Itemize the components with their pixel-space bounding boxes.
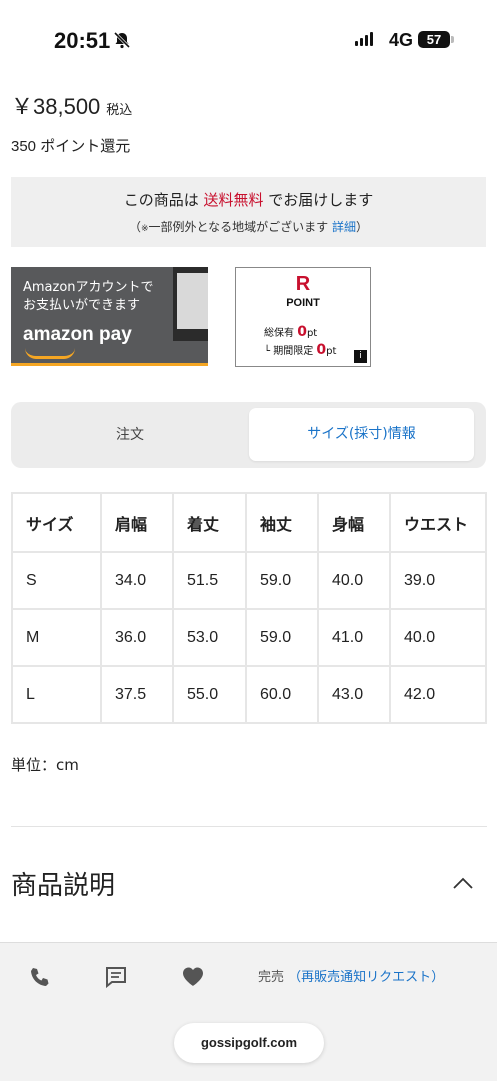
table-cell: 39.0 [389,551,487,610]
chevron-up-icon[interactable] [452,872,474,894]
info-icon[interactable]: i [354,350,367,363]
note-mark: ※ [140,224,149,234]
unit-label: 単位：cm [11,756,79,774]
held-unit: pt [306,328,318,339]
product-price: ￥38,500 税込 [11,89,132,121]
table-cell: 55.0 [172,665,247,724]
description-section-title[interactable]: 商品説明 [11,865,115,902]
restock-close: ） [431,970,445,985]
phone-screen-illustration [177,273,208,329]
table-cell: 53.0 [172,608,247,667]
table-header-row: サイズ 肩幅 着丈 袖丈 身幅 ウエスト [11,492,487,553]
header-sleeve: 袖丈 [245,492,319,553]
header-shoulder: 肩幅 [100,492,174,553]
table-cell: S [11,551,102,610]
chat-icon[interactable] [105,966,127,988]
shipping-text: この商品は 送料無料 でお届けします [11,189,486,210]
held-value: 0 [297,324,307,340]
table-cell: L [11,665,102,724]
battery-icon: 57 [418,31,450,48]
table-cell: 43.0 [317,665,391,724]
note-open: （ [128,220,141,234]
shipping-notice: この商品は 送料無料 でお届けします （※一部例外となる地域がございます 詳細） [11,177,486,247]
table-cell: 59.0 [245,608,319,667]
shipping-note: （※一部例外となる地域がございます 詳細） [11,218,486,235]
amazon-smile-icon [25,348,75,359]
table-cell: M [11,608,102,667]
limited-label: └ 期間限定 [264,346,314,357]
table-cell: 40.0 [317,551,391,610]
header-chest: 身幅 [317,492,391,553]
signal-icon [355,32,373,46]
restock-request-link[interactable]: 再販売通知リクエスト [301,970,431,985]
points-reward: 350 ポイント還元 [11,138,131,155]
tab-size-info[interactable]: サイズ(採寸)情報 [249,408,474,461]
limited-points-row: └ 期間限定 0pt [264,342,336,358]
tab-order[interactable]: 注文 [11,402,249,468]
rakuten-point-box[interactable]: R POINT 総保有 0pt └ 期間限定 0pt i [235,267,371,367]
table-row: M 36.0 53.0 59.0 41.0 40.0 [11,608,487,667]
header-length: 着丈 [172,492,247,553]
segmented-tabs: 注文 サイズ(採寸)情報 [11,402,486,468]
table-cell: 51.5 [172,551,247,610]
table-cell: 59.0 [245,551,319,610]
header-size: サイズ [11,492,102,553]
bell-off-icon [113,31,131,49]
table-cell: 42.0 [389,665,487,724]
point-title: POINT [286,297,320,309]
browser-url-pill[interactable]: gossipgolf.com [174,1023,324,1063]
price-value: ￥38,500 [11,94,101,119]
amazon-line1: Amazonアカウントで [23,280,154,295]
amazon-banner-text: Amazonアカウントで お支払いができます [23,279,154,315]
phone-icon[interactable] [29,966,51,988]
restock-open: （ [288,970,302,985]
table-row: S 34.0 51.5 59.0 40.0 39.0 [11,551,487,610]
battery-tip [451,36,454,43]
table-cell: 41.0 [317,608,391,667]
table-cell: 37.5 [100,665,174,724]
note-close: ） [356,220,369,234]
amazon-line2: お支払いができます [23,298,141,313]
amazon-orange-strip [11,363,208,366]
table-cell: 36.0 [100,608,174,667]
sold-out-label: 完売 [258,970,285,985]
status-bar: 20:51 4G 57 [0,0,497,80]
note-text: 一部例外となる地域がございます [148,220,329,234]
limited-unit: pt [326,346,337,357]
restock-request: 完売 （再販売通知リクエスト） [258,966,444,985]
amazon-pay-logo: amazon pay [23,324,132,345]
held-points-row: 総保有 0pt [264,324,317,340]
table-row: L 37.5 55.0 60.0 43.0 42.0 [11,665,487,724]
shipping-detail-link[interactable]: 詳細 [332,220,356,234]
size-table: サイズ 肩幅 着丈 袖丈 身幅 ウエスト S 34.0 51.5 59.0 40… [11,492,487,724]
shipping-prefix: この商品は [123,191,199,209]
tax-label: 税込 [106,102,133,117]
table-cell: 34.0 [100,551,174,610]
table-cell: 60.0 [245,665,319,724]
status-time: 20:51 [54,28,111,53]
network-label: 4G [389,30,414,50]
free-shipping-label: 送料無料 [203,191,264,209]
shipping-suffix: でお届けします [268,191,374,209]
rakuten-logo: R [295,273,311,295]
held-label: 総保有 [264,328,294,339]
header-waist: ウエスト [389,492,487,553]
table-cell: 40.0 [389,608,487,667]
heart-icon[interactable] [182,966,204,988]
limited-value: 0 [316,342,327,358]
section-divider [11,826,487,827]
amazon-pay-banner[interactable]: Amazonアカウントで お支払いができます amazon pay [11,267,208,366]
